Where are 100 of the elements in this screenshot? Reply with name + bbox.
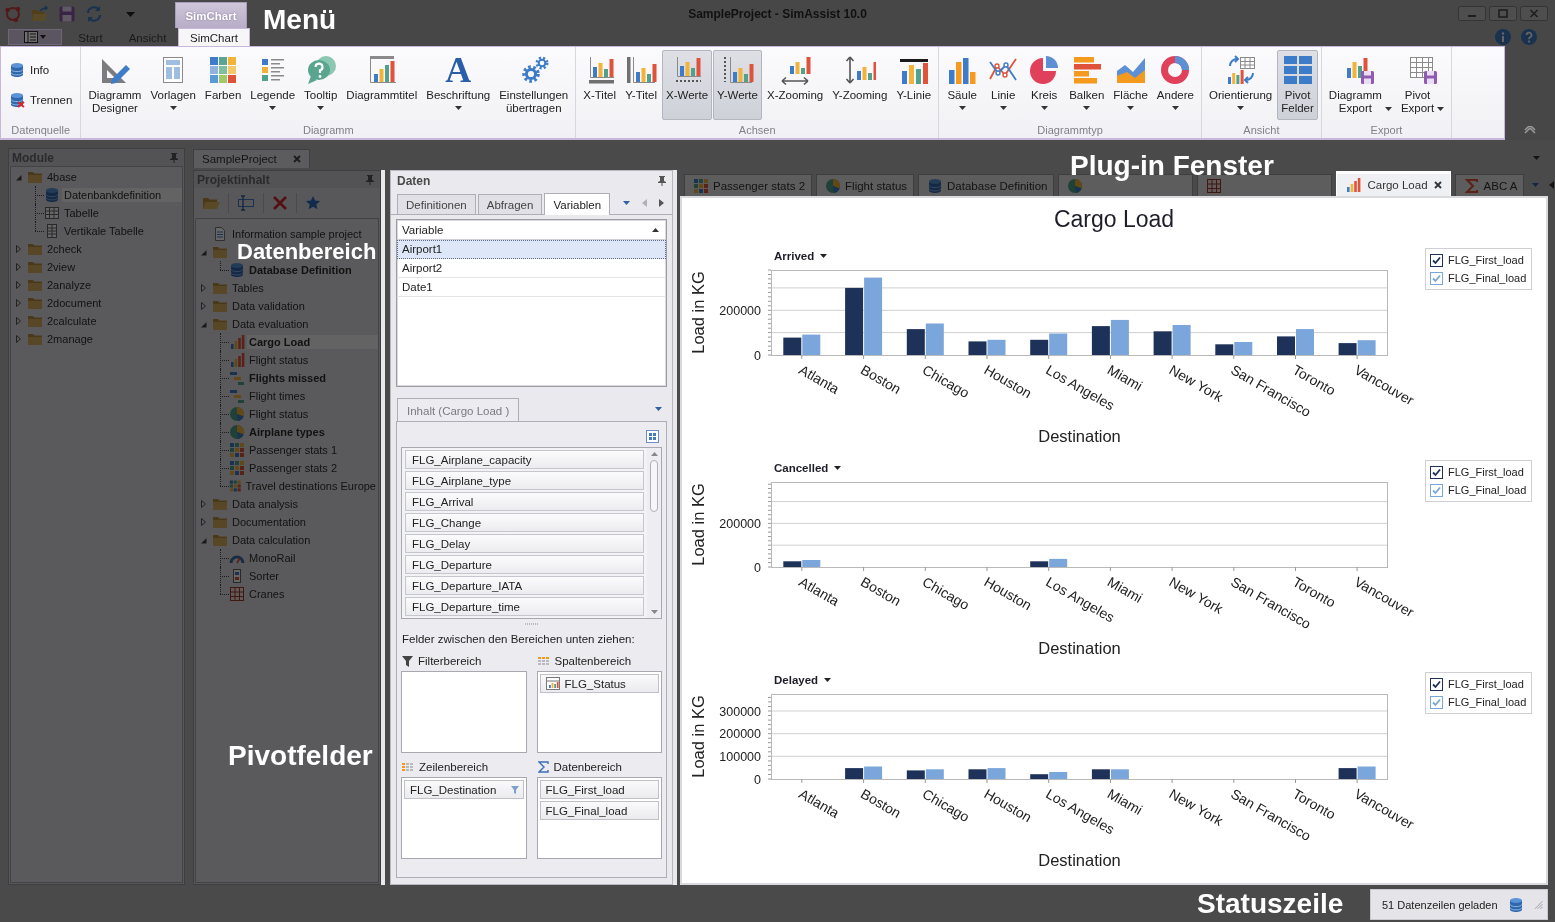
filter-dropdown[interactable]: Delayed <box>774 674 832 686</box>
caret-right-icon[interactable] <box>16 281 21 289</box>
caret-right-icon[interactable] <box>16 317 21 325</box>
close-icon[interactable] <box>1433 181 1442 189</box>
checkbox[interactable] <box>1430 253 1443 267</box>
filter-icon[interactable] <box>510 785 519 794</box>
field-item[interactable]: FLG_Departure_time <box>405 597 644 616</box>
tab[interactable]: Inhalt (Cargo Load ) <box>397 398 520 422</box>
info-icon[interactable] <box>1495 28 1511 45</box>
caret-right-icon[interactable] <box>201 302 206 310</box>
ribbon-button[interactable]: X-Werte <box>662 50 713 120</box>
ribbon-button[interactable]: Orientierung <box>1204 50 1277 120</box>
ribbon-button[interactable]: Pivot Export <box>1396 50 1449 120</box>
ribbon-button[interactable]: X-Titel <box>579 50 621 120</box>
arrow-left-icon[interactable] <box>642 199 647 207</box>
ribbon-tab[interactable]: SimChart <box>178 28 250 46</box>
help-icon[interactable] <box>1521 28 1537 45</box>
ribbon-button[interactable]: X-Zooming <box>762 50 828 120</box>
ribbon-button[interactable]: Kreis <box>1024 50 1065 120</box>
checkbox[interactable] <box>1430 695 1443 709</box>
drop-area[interactable] <box>401 671 527 753</box>
chart-axis-values-icon <box>721 54 754 86</box>
caret-right-icon[interactable] <box>16 263 21 271</box>
list-row[interactable]: Date1 <box>397 278 666 297</box>
caret-right-icon[interactable] <box>16 299 21 307</box>
ribbon-button[interactable]: Pivot Felder <box>1277 50 1318 120</box>
minimize-icon[interactable] <box>1458 5 1486 21</box>
ribbon-button[interactable]: Info <box>4 59 55 81</box>
caret-down-icon[interactable] <box>15 173 22 181</box>
filter-dropdown[interactable]: Cancelled <box>774 462 842 474</box>
field-item[interactable]: FLG_Departure_IATA <box>405 576 644 595</box>
document-tab[interactable]: Cargo Load <box>1336 171 1451 196</box>
ribbon-button[interactable]: Y-Werte <box>713 50 762 120</box>
ribbon-button[interactable]: Trennen <box>4 89 78 111</box>
ribbon-button[interactable]: Diagramm Designer <box>84 50 146 120</box>
checkbox[interactable] <box>1430 271 1443 285</box>
field-chip[interactable]: FLG_First_load <box>539 780 659 799</box>
refresh-icon[interactable] <box>85 5 103 23</box>
caret-right-icon[interactable] <box>16 245 21 253</box>
ribbon-button[interactable]: Farben <box>200 50 246 120</box>
ribbon-button[interactable]: Fläche <box>1109 50 1152 120</box>
ribbon-button[interactable]: Y-Linie <box>892 50 936 120</box>
caret-right-icon[interactable] <box>201 500 206 508</box>
field-chip[interactable]: FLG_Status <box>539 674 659 693</box>
caret-down-icon[interactable] <box>200 536 207 544</box>
field-chip[interactable]: FLG_Final_load <box>539 801 659 820</box>
field-item[interactable]: FLG_Delay <box>405 534 644 553</box>
ribbon-button[interactable]: A Beschriftung <box>422 50 495 120</box>
checkbox[interactable] <box>1430 465 1443 479</box>
ring-logo-icon[interactable] <box>4 5 22 23</box>
restore-icon[interactable] <box>1489 5 1517 21</box>
drop-area[interactable]: FLG_First_load FLG_Final_load <box>536 777 662 859</box>
field-chip[interactable]: FLG_Destination <box>404 780 524 799</box>
ribbon-button[interactable]: Linie <box>983 50 1024 120</box>
checkbox[interactable] <box>1430 483 1443 497</box>
ribbon-button[interactable]: Vorlagen <box>146 50 200 120</box>
list-row[interactable]: Airport1 <box>397 240 666 259</box>
caret-down-icon[interactable] <box>200 320 207 328</box>
app-menu-button[interactable] <box>8 29 62 45</box>
star-icon[interactable] <box>305 195 321 211</box>
scrollbar-thumb[interactable] <box>650 460 658 512</box>
list-row[interactable]: Airport2 <box>397 259 666 278</box>
field-item[interactable]: FLG_Departure <box>405 555 644 574</box>
caret-right-icon[interactable] <box>201 518 206 526</box>
open-folder-icon[interactable] <box>202 195 220 211</box>
save-icon[interactable] <box>58 5 76 23</box>
tab[interactable]: Variablen <box>544 193 611 215</box>
field-item[interactable]: FLG_Airplane_capacity <box>405 450 644 469</box>
caret-right-icon[interactable] <box>16 335 21 343</box>
arrow-right-icon[interactable] <box>659 199 664 207</box>
field-item[interactable]: FLG_Arrival <box>405 492 644 511</box>
ribbon-button[interactable]: Y-Titel <box>621 50 662 120</box>
folder-arrow-icon[interactable] <box>31 5 49 23</box>
drop-area[interactable]: FLG_Status <box>536 671 662 753</box>
checkbox[interactable] <box>1430 677 1443 691</box>
layout-grid-icon[interactable] <box>646 429 659 443</box>
scrollbar[interactable] <box>647 448 661 618</box>
ribbon-button[interactable]: Tooltip <box>300 50 342 120</box>
field-item[interactable]: FLG_Airplane_type <box>405 471 644 490</box>
ribbon-button[interactable]: Diagrammtitel <box>342 50 422 120</box>
field-item[interactable]: FLG_Change <box>405 513 644 532</box>
text-field-icon[interactable] <box>237 195 255 211</box>
delete-icon[interactable] <box>272 195 288 211</box>
tab[interactable]: Definitionen <box>397 194 476 214</box>
ribbon-button[interactable]: Legende <box>246 50 300 120</box>
ribbon-button[interactable]: Balken <box>1065 50 1109 120</box>
ribbon-button[interactable]: Einstellungen übertragen <box>495 50 573 120</box>
drop-area[interactable]: FLG_Destination <box>401 777 527 859</box>
ribbon-button[interactable]: Säule <box>942 50 983 120</box>
ribbon-button[interactable]: Y-Zooming <box>828 50 892 120</box>
arrow-left-icon[interactable] <box>1549 181 1555 189</box>
tab[interactable]: Abfragen <box>477 194 543 214</box>
caret-down-icon[interactable] <box>200 248 207 256</box>
caret-right-icon[interactable] <box>201 284 206 292</box>
caret-down-icon[interactable] <box>126 11 135 17</box>
ribbon-button[interactable]: Andere <box>1152 50 1198 120</box>
ribbon-button[interactable]: Diagramm Export <box>1324 50 1396 120</box>
collapse-chevron-icon[interactable] <box>1524 126 1536 134</box>
filter-dropdown[interactable]: Arrived <box>774 250 828 262</box>
chart-bar <box>1030 339 1049 355</box>
